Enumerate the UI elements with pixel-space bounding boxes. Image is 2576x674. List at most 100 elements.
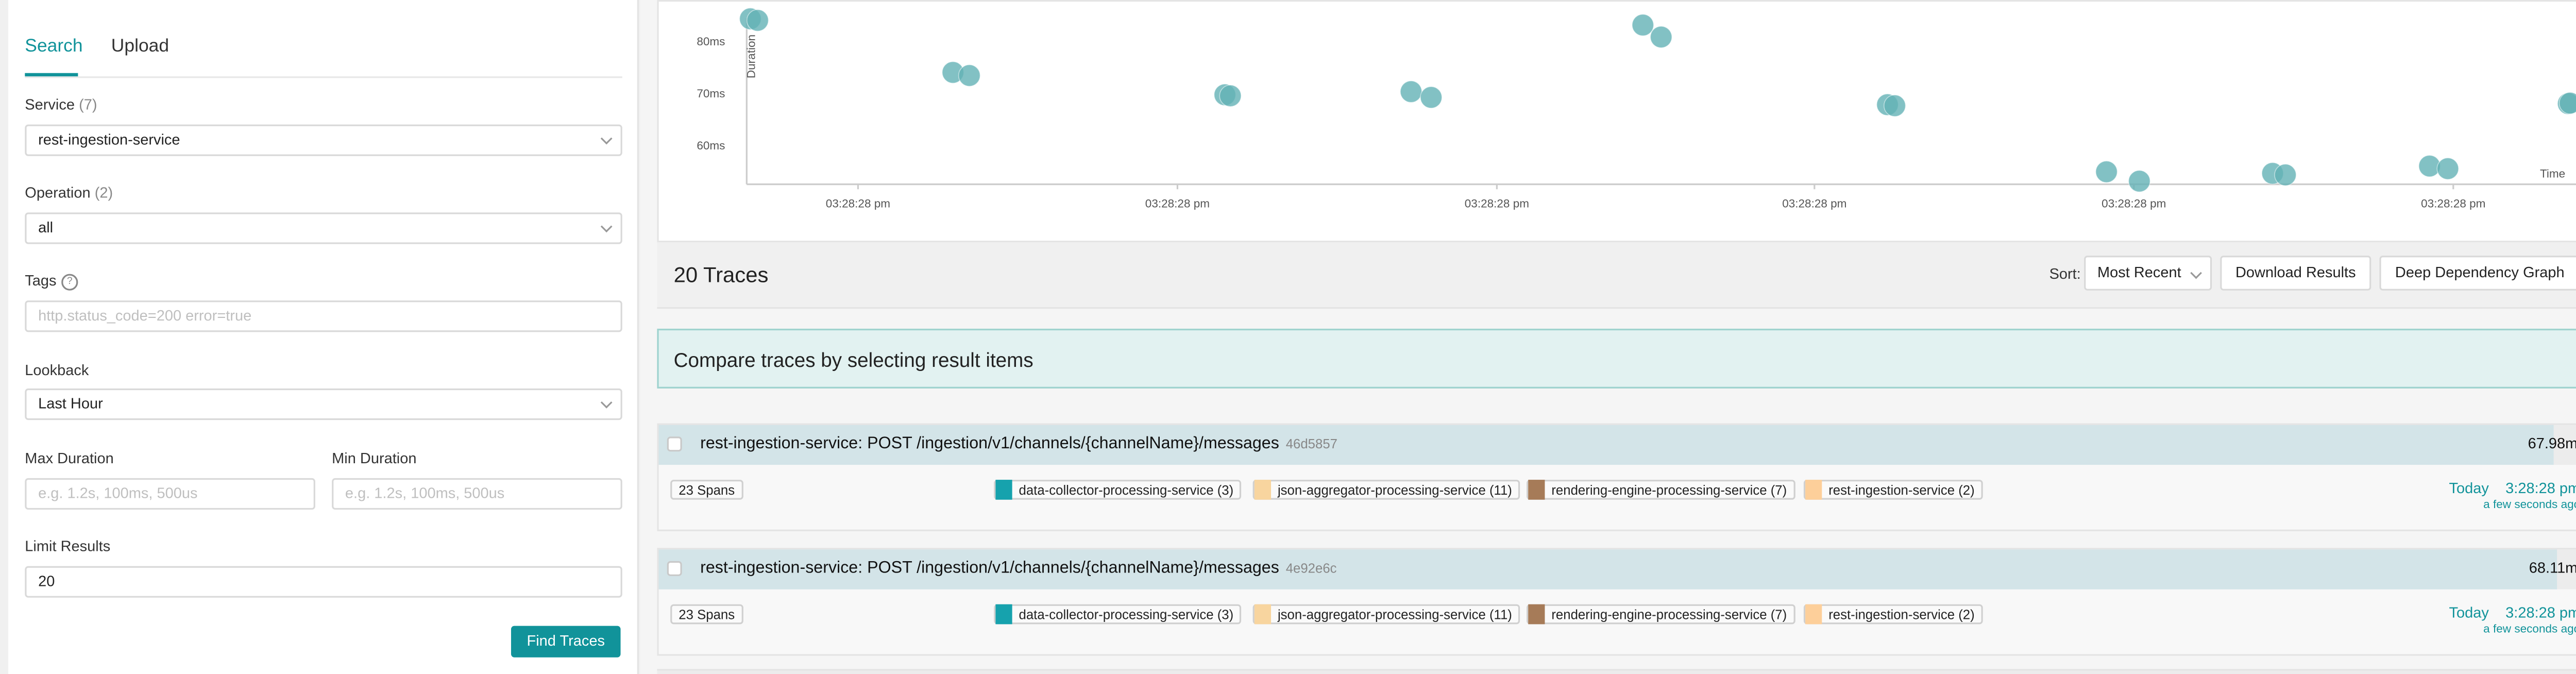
service-color-swatch xyxy=(995,480,1012,500)
trace-header[interactable]: rest-ingestion-service: POST /ingestion/… xyxy=(658,425,2576,465)
service-tag: json-aggregator-processing-service (11) xyxy=(1252,604,1520,625)
trace-title[interactable]: rest-ingestion-service: POST /ingestion/… xyxy=(700,435,1337,453)
service-tag: rest-ingestion-service (2) xyxy=(1803,604,1983,625)
trace-point[interactable] xyxy=(1883,94,1906,117)
chevron-down-icon xyxy=(2190,267,2202,279)
sort-select-value: Most Recent xyxy=(2097,264,2181,281)
question-circle-icon[interactable]: ? xyxy=(61,274,78,291)
max-duration-placeholder: e.g. 1.2s, 100ms, 500us xyxy=(38,484,198,501)
trace-title-text: rest-ingestion-service: POST /ingestion/… xyxy=(700,559,1279,578)
max-duration-input[interactable]: e.g. 1.2s, 100ms, 500us xyxy=(25,478,315,510)
y-tick-label: 60ms xyxy=(697,139,725,152)
tags-label: Tags? xyxy=(25,272,78,291)
trace-id: 4e92e6c xyxy=(1285,561,1337,576)
trace-point[interactable] xyxy=(2095,160,2118,183)
chevron-down-icon xyxy=(600,221,613,233)
max-duration-label: Max Duration xyxy=(25,450,114,467)
tags-input[interactable]: http.status_code=200 error=true xyxy=(25,300,622,332)
tab-search[interactable]: Search xyxy=(25,37,82,57)
deep-dependency-graph-button[interactable]: Deep Dependency Graph xyxy=(2379,256,2576,291)
service-color-swatch xyxy=(1254,480,1272,500)
trace-title[interactable]: rest-ingestion-service: POST /ingestion/… xyxy=(700,560,1336,578)
trace-result-item-partial xyxy=(657,669,2576,674)
x-axis-label: Time xyxy=(2540,167,2565,180)
trace-select-checkbox[interactable] xyxy=(667,436,682,452)
trace-title-text: rest-ingestion-service: POST /ingestion/… xyxy=(700,435,1279,453)
trace-select-checkbox[interactable] xyxy=(667,561,682,576)
service-tag-label: rendering-engine-processing-service (7) xyxy=(1551,483,1787,498)
service-tag: rendering-engine-processing-service (7) xyxy=(1527,604,1795,625)
service-tag: data-collector-processing-service (3) xyxy=(994,604,1242,625)
service-tag-label: json-aggregator-processing-service (11) xyxy=(1277,483,1512,498)
chevron-down-icon xyxy=(600,396,613,409)
chevron-down-icon xyxy=(600,132,613,145)
trace-header[interactable]: rest-ingestion-service: POST /ingestion/… xyxy=(658,549,2576,589)
results-header: 20 Traces Sort: Most Recent Download Res… xyxy=(657,242,2576,309)
y-tick-label: 70ms xyxy=(697,87,725,100)
trace-duration: 68.11ms xyxy=(2529,559,2576,576)
service-tag: json-aggregator-processing-service (11) xyxy=(1252,480,1520,500)
trace-points xyxy=(739,7,2576,193)
scatter-plot-card: Duration Time 80ms 70ms 60ms 03:28:28 pm 03… xyxy=(657,0,2576,243)
y-axis-label: Duration xyxy=(744,35,757,78)
operation-label: Operation (2) xyxy=(25,184,113,201)
service-select[interactable]: rest-ingestion-service xyxy=(25,124,622,156)
lookback-label: Lookback xyxy=(25,362,89,379)
service-color-swatch xyxy=(1805,480,1822,500)
service-tag-label: rendering-engine-processing-service (7) xyxy=(1551,608,1787,623)
trace-id: 46d5857 xyxy=(1285,436,1338,452)
trace-relative-time: a few seconds ago xyxy=(2483,499,2576,512)
span-count-badge: 23 Spans xyxy=(670,604,743,625)
trace-result-item[interactable]: rest-ingestion-service: POST /ingestion/… xyxy=(657,548,2576,656)
service-tag-label: rest-ingestion-service (2) xyxy=(1828,608,1975,623)
trace-result-item[interactable]: rest-ingestion-service: POST /ingestion/… xyxy=(657,423,2576,531)
service-tag: data-collector-processing-service (3) xyxy=(994,480,1242,500)
tab-upload[interactable]: Upload xyxy=(111,37,169,57)
trace-point[interactable] xyxy=(2274,163,2297,187)
trace-time: 3:28:28 pm xyxy=(2505,604,2576,621)
service-color-swatch xyxy=(1528,604,1545,625)
sort-select[interactable]: Most Recent xyxy=(2084,256,2212,291)
limit-results-input[interactable]: 20 xyxy=(25,566,622,598)
lookback-select[interactable]: Last Hour xyxy=(25,388,622,420)
duration-scatter-plot: Duration Time 80ms70ms60ms 03:28:28 pm 03… xyxy=(697,7,2576,210)
x-tick-label: 03:28:28 pm xyxy=(1465,197,1529,210)
min-duration-placeholder: e.g. 1.2s, 100ms, 500us xyxy=(345,484,505,501)
trace-point[interactable] xyxy=(1650,26,1672,48)
jaeger-ui: Search Upload Service (7) rest-ingestion… xyxy=(0,0,2576,674)
x-ticks: 03:28:28 pm 03:28:28 pm 03:28:28 pm 03:28:2… xyxy=(826,184,2485,210)
service-tag: rest-ingestion-service (2) xyxy=(1803,480,1983,500)
trace-point[interactable] xyxy=(1632,13,1654,37)
operation-select[interactable]: all xyxy=(25,212,622,244)
service-label: Service (7) xyxy=(25,96,97,113)
compare-banner-text: Compare traces by selecting result items xyxy=(673,348,1033,372)
min-duration-input[interactable]: e.g. 1.2s, 100ms, 500us xyxy=(332,478,622,510)
operation-label-text: Operation xyxy=(25,184,91,201)
search-panel: Search Upload Service (7) rest-ingestion… xyxy=(8,0,639,674)
compare-banner: Compare traces by selecting result items xyxy=(657,328,2576,389)
tags-label-text: Tags xyxy=(25,272,57,289)
trace-point[interactable] xyxy=(1420,86,1443,109)
trace-point[interactable] xyxy=(746,9,769,32)
x-tick-label: 03:28:28 pm xyxy=(2102,197,2166,210)
service-color-swatch xyxy=(1805,604,1822,625)
trace-date: Today xyxy=(2449,480,2489,497)
trace-point[interactable] xyxy=(2436,157,2459,180)
trace-point[interactable] xyxy=(1219,85,1242,107)
trace-point[interactable] xyxy=(1400,80,1422,103)
service-tag-label: data-collector-processing-service (3) xyxy=(1019,608,1234,623)
service-tag: rendering-engine-processing-service (7) xyxy=(1527,480,1795,500)
tags-input-placeholder: http.status_code=200 error=true xyxy=(38,307,252,324)
trace-relative-time: a few seconds ago xyxy=(2483,624,2576,636)
trace-point[interactable] xyxy=(958,64,981,87)
x-tick-label: 03:28:28 pm xyxy=(1782,197,1846,210)
trace-start-time: Today 3:28:28 pm xyxy=(2449,480,2576,496)
service-count: (7) xyxy=(79,96,97,113)
service-color-swatch xyxy=(995,604,1012,625)
page: Search Upload Service (7) rest-ingestion… xyxy=(0,0,2576,674)
find-traces-button[interactable]: Find Traces xyxy=(511,626,621,658)
tab-divider xyxy=(25,76,622,78)
download-results-button[interactable]: Download Results xyxy=(2220,256,2371,291)
trace-point[interactable] xyxy=(2128,170,2151,193)
x-tick-label: 03:28:28 pm xyxy=(826,197,890,210)
